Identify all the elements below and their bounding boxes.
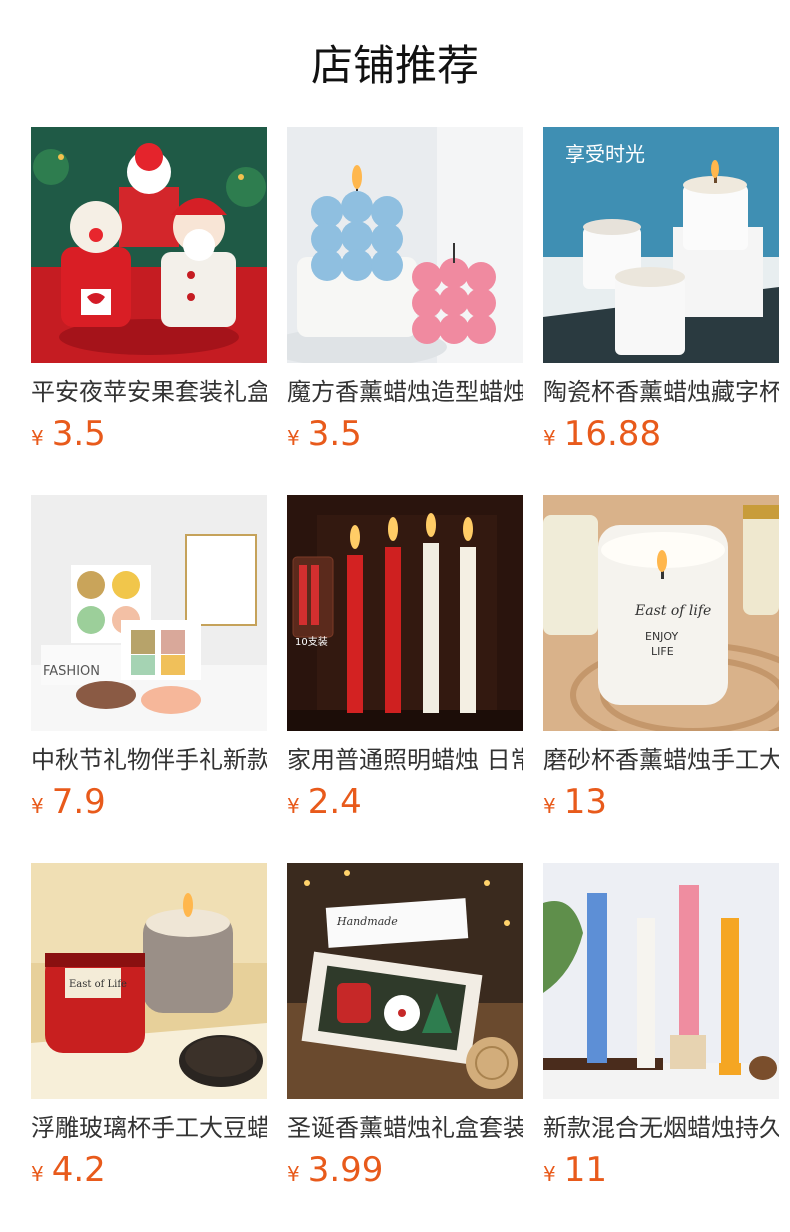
frosted-jar-candle-icon[interactable]: East of life ENJOY LIFE	[543, 495, 779, 731]
price-value: 3.99	[307, 1150, 384, 1190]
currency-symbol: ¥	[31, 1162, 44, 1186]
image-caption: 10支装	[295, 635, 328, 648]
product-name[interactable]: 浮雕玻璃杯手工大豆蜡烛	[31, 1112, 267, 1144]
currency-symbol: ¥	[31, 426, 44, 450]
product-card[interactable]: 10支装 家用普通照明蜡烛 日常 ¥2.4	[287, 495, 523, 829]
image-caption: East of life	[634, 603, 711, 619]
product-card[interactable]: East of Life 浮雕玻璃杯手工大豆蜡烛 ¥4.2	[31, 863, 267, 1197]
product-card[interactable]: FASHION 中秋节礼物伴手礼新款 ¥7.9	[31, 495, 267, 829]
product-card[interactable]: 新款混合无烟蜡烛持久 ¥11	[543, 863, 779, 1197]
christmas-gift-box-icon[interactable]: Handmade	[287, 863, 523, 1099]
taper-candles-icon[interactable]: 10支装	[287, 495, 523, 731]
product-name[interactable]: 陶瓷杯香薰蜡烛藏字杯	[543, 376, 779, 408]
price-value: 4.2	[51, 1150, 106, 1190]
ceramic-candle-icon[interactable]: 享受时光	[543, 127, 779, 363]
product-card[interactable]: 平安夜苹安果套装礼盒 ¥3.5	[31, 127, 267, 461]
product-name[interactable]: 新款混合无烟蜡烛持久	[543, 1112, 779, 1144]
product-price: ¥11	[543, 1151, 779, 1189]
product-card[interactable]: Handmade 圣诞香薰蜡烛礼盒套装 ¥3.99	[287, 863, 523, 1197]
image-caption: 享受时光	[565, 142, 645, 166]
currency-symbol: ¥	[287, 1162, 300, 1186]
mooncake-soap-icon[interactable]: FASHION	[31, 495, 267, 731]
price-value: 7.9	[51, 782, 106, 822]
product-price: ¥7.9	[31, 783, 267, 821]
product-price: ¥13	[543, 783, 779, 821]
currency-symbol: ¥	[543, 426, 556, 450]
currency-symbol: ¥	[31, 794, 44, 818]
product-card[interactable]: East of life ENJOY LIFE 磨砂杯香薰蜡烛手工大豆 ¥13	[543, 495, 779, 829]
christmas-plush-icon[interactable]	[31, 127, 267, 363]
product-card[interactable]: 魔方香薰蜡烛造型蜡烛 ¥3.5	[287, 127, 523, 461]
price-value: 3.5	[51, 414, 106, 454]
embossed-glass-candle-icon[interactable]: East of Life	[31, 863, 267, 1099]
image-caption: LIFE	[651, 645, 674, 658]
price-value: 16.88	[563, 414, 662, 454]
product-price: ¥4.2	[31, 1151, 267, 1189]
product-name[interactable]: 磨砂杯香薰蜡烛手工大豆	[543, 744, 779, 776]
price-value: 11	[563, 1150, 607, 1190]
product-card[interactable]: 享受时光 陶瓷杯香薰蜡烛藏字杯 ¥16.88	[543, 127, 779, 461]
pillar-candles-icon[interactable]	[543, 863, 779, 1099]
product-price: ¥3.5	[31, 415, 267, 453]
product-name[interactable]: 圣诞香薰蜡烛礼盒套装	[287, 1112, 523, 1144]
product-price: ¥16.88	[543, 415, 779, 453]
price-value: 3.5	[307, 414, 362, 454]
product-grid: 平安夜苹安果套装礼盒 ¥3.5 魔方香薰蜡烛造型蜡烛 ¥ 3.5 享受时光 陶瓷…	[31, 127, 779, 1197]
product-price: ¥3.5	[287, 415, 523, 453]
price-value: 13	[563, 782, 607, 822]
page-title: 店铺推荐	[310, 41, 479, 90]
currency-symbol: ¥	[287, 426, 300, 450]
product-name[interactable]: 家用普通照明蜡烛 日常	[287, 744, 523, 776]
cube-candle-icon[interactable]	[287, 127, 523, 363]
product-price: ¥2.4	[287, 783, 523, 821]
product-name[interactable]: 中秋节礼物伴手礼新款	[31, 744, 267, 776]
price-value: 2.4	[307, 782, 362, 822]
currency-symbol: ¥	[543, 794, 556, 818]
product-price: ¥3.99	[287, 1151, 523, 1189]
currency-symbol: ¥	[287, 794, 300, 818]
product-name[interactable]: 平安夜苹安果套装礼盒	[31, 376, 267, 408]
image-caption: ENJOY	[645, 630, 678, 643]
product-name[interactable]: 魔方香薰蜡烛造型蜡烛	[287, 376, 523, 408]
image-caption: FASHION	[43, 664, 100, 679]
image-caption: East of Life	[69, 979, 127, 990]
image-caption: Handmade	[336, 915, 398, 928]
currency-symbol: ¥	[543, 1162, 556, 1186]
